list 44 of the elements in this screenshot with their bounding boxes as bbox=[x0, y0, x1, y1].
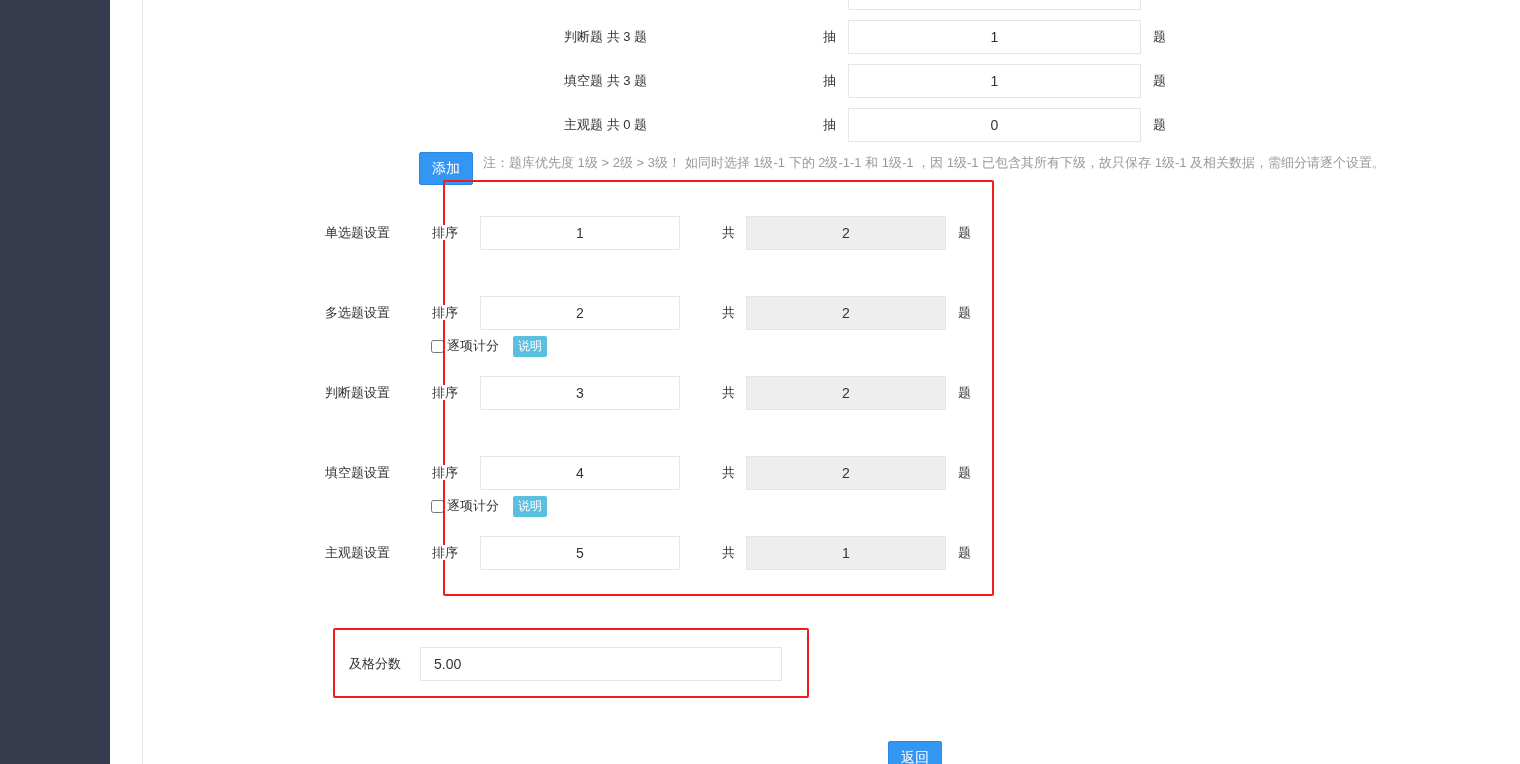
unit-label: 题 bbox=[1153, 28, 1166, 47]
unit-label: 题 bbox=[958, 224, 971, 243]
unit-label: 题 bbox=[958, 464, 971, 483]
field-label: 排序 bbox=[432, 545, 458, 561]
order-field[interactable]: 3 bbox=[480, 376, 680, 410]
field-label: 排序 bbox=[432, 385, 458, 401]
row-label: 单选题设置 bbox=[325, 224, 391, 243]
field-label: 共 bbox=[722, 224, 736, 243]
unit-label: 题 bbox=[1153, 116, 1166, 135]
note-text: 注：题库优先度 1级 > 2级 > 3级！ 如同时选择 1级-1 下的 2级-1-1 和 1级-1 ，因 1级-1 已包含其所有下级，故只保存 1级-1 及相关数据，需细分请逐个设置。 bbox=[483, 154, 1386, 172]
checkbox-label: 逐项计分 bbox=[447, 497, 499, 516]
checkbox[interactable] bbox=[431, 499, 444, 513]
row-label: 主观题 共 0 题 bbox=[562, 116, 647, 135]
field-label: 排序 bbox=[432, 305, 458, 321]
field-label: 抽 bbox=[822, 72, 836, 91]
field-label: 共 bbox=[722, 464, 736, 483]
checkbox-label: 逐项计分 bbox=[447, 337, 499, 356]
order-field[interactable]: 1 bbox=[480, 216, 680, 250]
unit-label: 题 bbox=[958, 384, 971, 403]
checkbox[interactable] bbox=[431, 339, 444, 353]
row-label: 判断题设置 bbox=[325, 384, 391, 403]
order-field[interactable]: 4 bbox=[480, 456, 680, 490]
unit-label: 题 bbox=[958, 304, 971, 323]
order-field[interactable]: 5 bbox=[480, 536, 680, 570]
pass-score-field[interactable]: 5.00 bbox=[420, 647, 782, 681]
row-label: 填空题设置 bbox=[325, 464, 391, 483]
row-label: 判断题 共 3 题 bbox=[562, 28, 647, 47]
field-label: 共 bbox=[722, 544, 736, 563]
field-label: 共 bbox=[722, 304, 736, 323]
count-field[interactable]: 1 bbox=[848, 20, 1141, 54]
field-label: 及格分数 bbox=[349, 655, 402, 674]
unit-label: 题 bbox=[1153, 72, 1166, 91]
field-label: 共 bbox=[722, 384, 736, 403]
row-label: 主观题设置 bbox=[325, 544, 391, 563]
field-label: 排序 bbox=[432, 225, 458, 241]
count-field[interactable]: 1 bbox=[848, 64, 1141, 98]
count-field[interactable]: 0 bbox=[848, 108, 1141, 142]
row-label: 多选题设置 bbox=[325, 304, 391, 323]
field-label: 抽 bbox=[822, 116, 836, 135]
field-label: 抽 bbox=[822, 28, 836, 47]
row-label: 填空题 共 3 题 bbox=[562, 72, 647, 91]
field-label: 排序 bbox=[432, 465, 458, 481]
order-field[interactable]: 2 bbox=[480, 296, 680, 330]
unit-label: 题 bbox=[958, 544, 971, 563]
